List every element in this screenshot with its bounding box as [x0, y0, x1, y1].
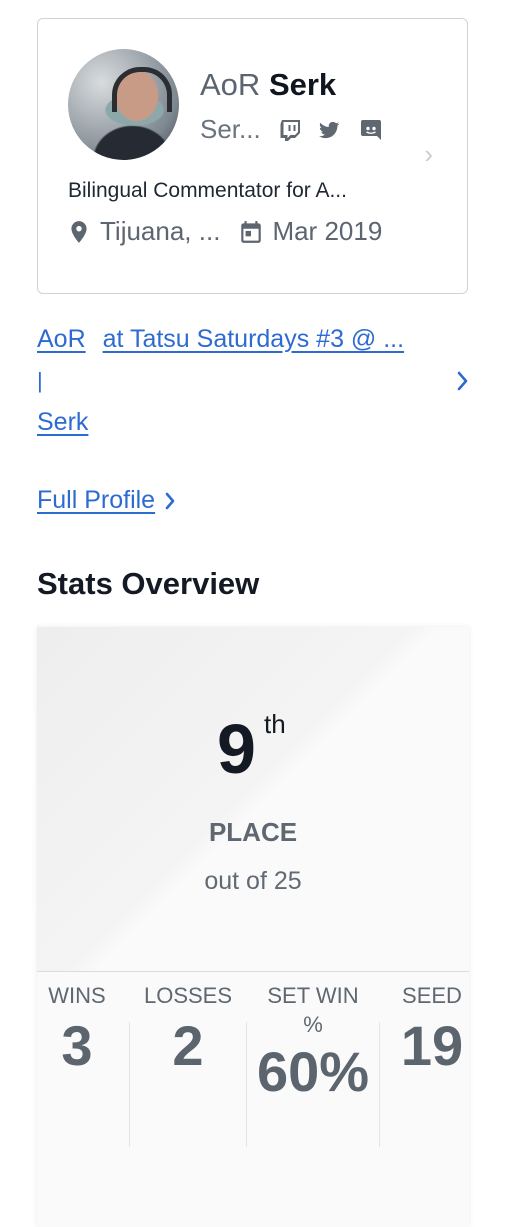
- divider: [379, 1022, 380, 1147]
- seed-stat: SEED 19: [387, 982, 477, 1078]
- player-name: AoR Serk: [200, 67, 336, 103]
- twitter-icon[interactable]: [316, 117, 342, 143]
- avatar: [68, 49, 179, 160]
- sponsor-link[interactable]: AoR: [37, 325, 86, 353]
- full-profile-label[interactable]: Full Profile: [37, 486, 155, 515]
- event-at-link[interactable]: at Tatsu Saturdays #3 @ ...: [103, 325, 404, 353]
- separator: |: [37, 368, 43, 393]
- gamer-tag-link[interactable]: Serk: [37, 408, 88, 437]
- sponsor-prefix: AoR: [200, 67, 261, 102]
- set-win-stat: SET WIN% 60%: [251, 982, 375, 1104]
- gamer-tag: Serk: [268, 67, 337, 102]
- real-name: Ser...: [200, 114, 261, 144]
- stats-card: 9 th PLACE out of 25 WINS 3 LOSSES 2 SET…: [37, 627, 469, 1227]
- placement-total: out of 25: [204, 867, 302, 895]
- placement-number: 9: [217, 710, 256, 788]
- full-profile-link[interactable]: Full Profile: [37, 486, 177, 515]
- player-bio: Bilingual Commentator for A...: [68, 179, 347, 202]
- chevron-right-icon: ›: [424, 139, 433, 169]
- event-entry-link[interactable]: AoR at Tatsu Saturdays #3 @ ...: [37, 325, 404, 354]
- chevron-right-icon[interactable]: [456, 370, 470, 392]
- set-win-label: SET WIN%: [267, 983, 359, 1037]
- location-text: Tijuana, ...: [100, 216, 221, 246]
- wins-value: 3: [61, 1013, 93, 1077]
- losses-label: LOSSES: [143, 983, 233, 1008]
- placement-suffix: th: [264, 709, 286, 739]
- set-win-value: 60%: [256, 1040, 370, 1104]
- profile-card[interactable]: AoR Serk Ser... › Bilingual Commentator …: [37, 18, 468, 294]
- chevron-right-icon: [165, 492, 175, 509]
- stats-overview-title: Stats Overview: [37, 566, 260, 601]
- discord-icon[interactable]: [358, 117, 384, 143]
- calendar-icon: [241, 220, 262, 243]
- meta-row: Tijuana, ... Mar 2019: [66, 216, 382, 247]
- twitch-icon[interactable]: [277, 117, 303, 143]
- seed-label: SEED: [402, 983, 462, 1008]
- wins-label: WINS: [48, 983, 106, 1008]
- losses-stat: LOSSES 2: [133, 982, 243, 1078]
- divider: [129, 1022, 130, 1147]
- placement-label: PLACE: [208, 817, 298, 847]
- seed-value: 19: [400, 1013, 464, 1077]
- wins-stat: WINS 3: [37, 982, 117, 1078]
- placement-panel: 9 th PLACE out of 25: [37, 627, 469, 972]
- location-pin-icon: [71, 220, 87, 243]
- joined-date: Mar 2019: [272, 216, 383, 246]
- divider: [246, 1022, 247, 1147]
- losses-value: 2: [172, 1013, 204, 1077]
